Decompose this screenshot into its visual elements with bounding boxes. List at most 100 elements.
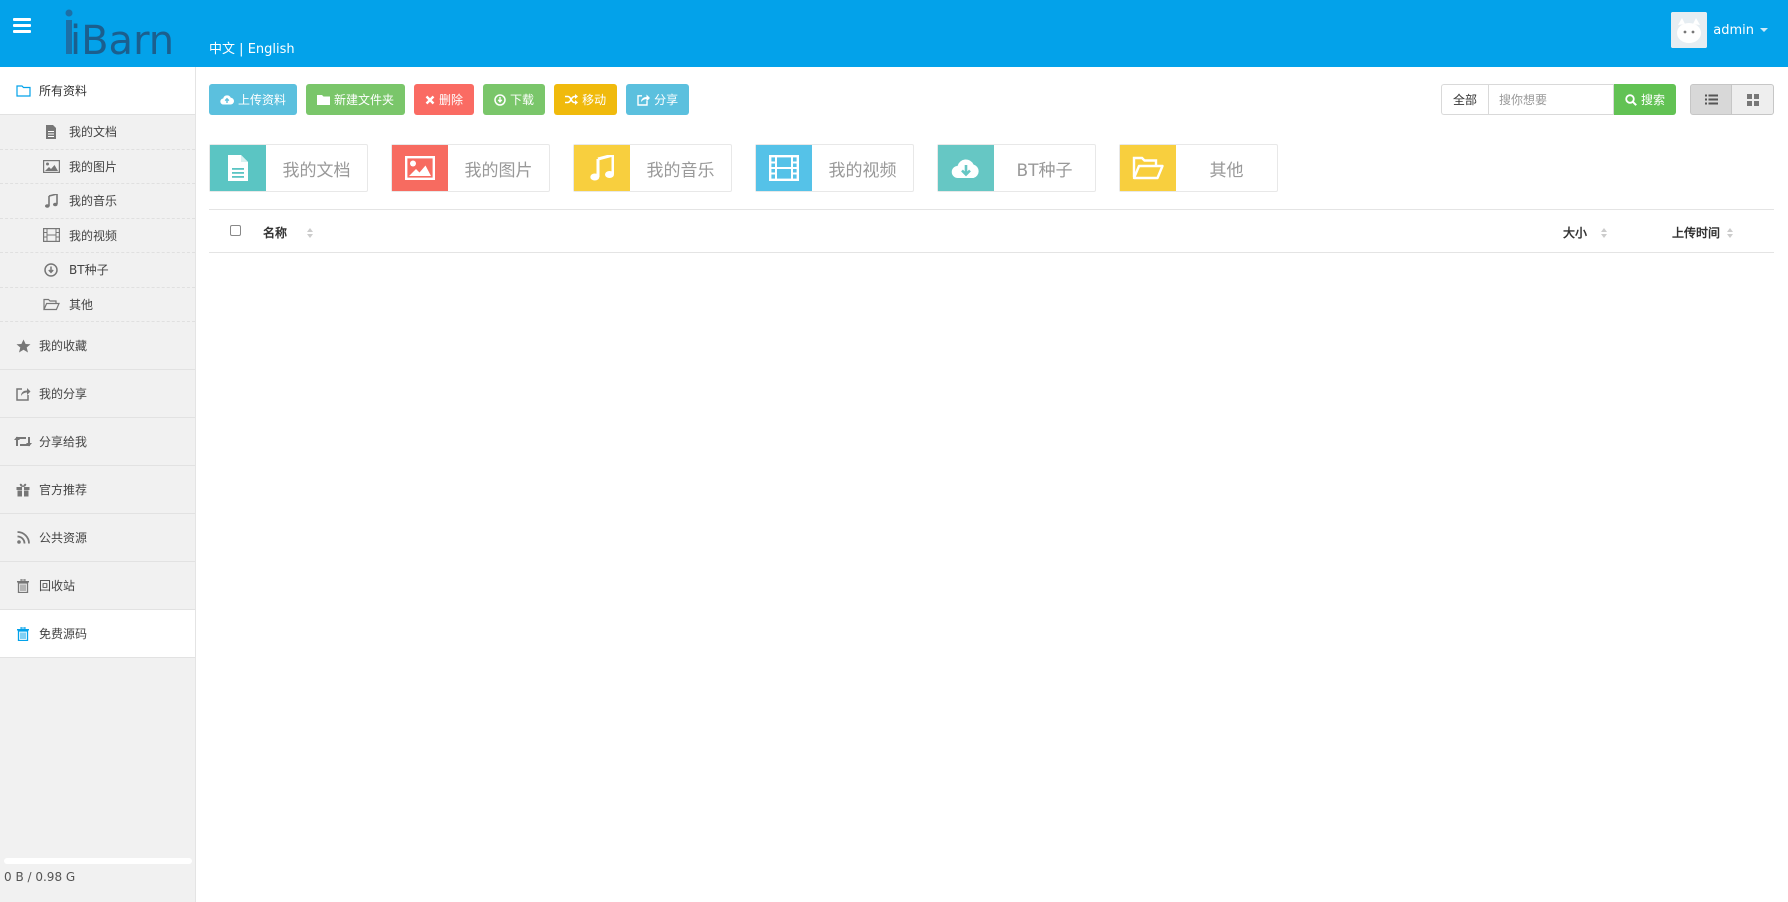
file-toolbar: 上传资料 新建文件夹 删除 下载 移动 分享: [209, 84, 690, 115]
sidebar-item-official-picks[interactable]: 官方推荐: [0, 466, 195, 514]
sidebar-item-favorites[interactable]: 我的收藏: [0, 322, 195, 370]
category-icon-box: [392, 145, 448, 191]
category-tiles: 我的文档 我的图片 我的音乐 我的视频 BT种子 其他: [209, 144, 1278, 192]
sidebar-item-bt-torrents[interactable]: BT种子: [0, 253, 195, 288]
cloud-download-icon: [951, 159, 979, 179]
share-square-icon: [14, 386, 32, 402]
trash-icon: [14, 578, 32, 594]
music-icon: [590, 155, 614, 181]
sidebar-item-public-resources[interactable]: 公共资源: [0, 514, 195, 562]
image-icon: [42, 158, 60, 174]
move-button[interactable]: 移动: [554, 84, 618, 115]
chevron-down-icon: [1760, 28, 1768, 32]
username: admin: [1713, 22, 1754, 38]
sidebar: 所有资料 我的文档 我的图片 我的音乐 我的视频 BT种子 其他 我的收藏 我的…: [0, 67, 196, 902]
download-button-label: 下载: [510, 93, 535, 107]
download-circle-icon: [494, 93, 506, 106]
sidebar-item-recycle-bin[interactable]: 回收站: [0, 562, 195, 610]
sidebar-item-label: 分享给我: [39, 435, 88, 449]
sidebar-item-my-music[interactable]: 我的音乐: [0, 184, 195, 219]
category-tile-images[interactable]: 我的图片: [391, 144, 550, 192]
column-header-size[interactable]: 大小: [1563, 224, 1608, 241]
sort-icon: [307, 227, 314, 238]
category-label: 我的图片: [464, 160, 533, 181]
menu-toggle-icon[interactable]: [13, 18, 31, 34]
search-button-label: 搜索: [1640, 93, 1665, 107]
column-header-name[interactable]: 名称: [263, 224, 314, 241]
share-button[interactable]: 分享: [626, 84, 690, 115]
logo[interactable]: iBarn: [62, 6, 174, 64]
lang-zh-link[interactable]: 中文: [209, 42, 235, 57]
column-header-upload-time[interactable]: 上传时间: [1672, 224, 1734, 241]
new-folder-button-label: 新建文件夹: [334, 93, 395, 107]
sidebar-item-other[interactable]: 其他: [0, 288, 195, 322]
sort-icon: [1601, 227, 1608, 238]
list-view-button[interactable]: [1690, 84, 1732, 115]
sidebar-item-my-documents[interactable]: 我的文档: [0, 115, 195, 150]
avatar: [1671, 12, 1708, 48]
quota-progress-bar: [4, 858, 192, 864]
sidebar-item-free-source-code[interactable]: 免费源码: [0, 610, 195, 658]
sidebar-item-my-images[interactable]: 我的图片: [0, 150, 195, 184]
category-icon-box: [574, 145, 630, 191]
upload-button[interactable]: 上传资料: [209, 84, 298, 115]
image-icon: [405, 156, 435, 180]
upload-button-label: 上传资料: [238, 93, 287, 107]
sort-icon: [1727, 227, 1734, 238]
film-icon: [769, 155, 799, 181]
new-folder-button[interactable]: 新建文件夹: [306, 84, 406, 115]
folder-icon: [317, 95, 331, 105]
sidebar-item-my-shares[interactable]: 我的分享: [0, 370, 195, 418]
category-tile-bt-torrents[interactable]: BT种子: [937, 144, 1096, 192]
sidebar-item-label: 我的文档: [69, 125, 118, 140]
grid-icon: [1746, 93, 1759, 106]
sidebar-item-label: 我的图片: [69, 159, 118, 174]
category-label: 我的视频: [828, 160, 897, 181]
search-scope-select[interactable]: 全部: [1440, 84, 1488, 115]
top-navbar: iBarn 中文 | English admin: [0, 0, 1788, 67]
category-tile-documents[interactable]: 我的文档: [209, 144, 368, 192]
category-icon-box: [756, 145, 812, 191]
category-tile-videos[interactable]: 我的视频: [755, 144, 914, 192]
folder-open-icon: [42, 296, 60, 312]
user-menu[interactable]: admin: [1671, 12, 1768, 48]
search-input[interactable]: [1487, 84, 1614, 115]
file-text-icon: [42, 124, 60, 140]
search-bar: 全部 搜索: [1440, 84, 1676, 115]
cloud-upload-icon: [220, 95, 234, 105]
sidebar-item-my-videos[interactable]: 我的视频: [0, 219, 195, 253]
retweet-icon: [14, 434, 32, 450]
sidebar-item-all-files[interactable]: 所有资料: [0, 67, 195, 115]
column-label: 大小: [1563, 226, 1588, 240]
search-button[interactable]: 搜索: [1613, 84, 1676, 115]
view-toggle: [1690, 84, 1774, 115]
sidebar-item-label: 其他: [69, 297, 94, 312]
column-label: 名称: [263, 226, 288, 240]
list-icon: [1704, 94, 1718, 105]
category-tile-music[interactable]: 我的音乐: [573, 144, 732, 192]
sidebar-item-label: BT种子: [69, 263, 109, 278]
category-icon-box: [938, 145, 994, 191]
category-label: 我的音乐: [646, 160, 715, 181]
lang-en-link[interactable]: English: [248, 42, 295, 57]
sidebar-item-label: 公共资源: [39, 531, 88, 545]
delete-button[interactable]: 删除: [414, 84, 475, 115]
select-all-checkbox[interactable]: [230, 225, 241, 236]
category-tile-other[interactable]: 其他: [1119, 144, 1278, 192]
gift-icon: [14, 482, 32, 498]
download-button[interactable]: 下载: [483, 84, 546, 115]
logo-text: iBarn: [70, 18, 172, 62]
share-square-icon: [637, 94, 651, 106]
file-text-icon: [228, 155, 248, 181]
delete-button-label: 删除: [439, 93, 464, 107]
grid-view-button[interactable]: [1732, 84, 1774, 115]
sidebar-item-label: 我的收藏: [39, 339, 88, 353]
share-button-label: 分享: [654, 93, 679, 107]
lang-separator: |: [239, 42, 244, 57]
category-icon-box: [1120, 145, 1176, 191]
folder-open-icon: [1132, 156, 1164, 180]
category-label: 我的文档: [282, 160, 351, 181]
trash-icon: [14, 626, 32, 642]
sidebar-item-shared-with-me[interactable]: 分享给我: [0, 418, 195, 466]
sidebar-item-label: 所有资料: [39, 84, 88, 98]
